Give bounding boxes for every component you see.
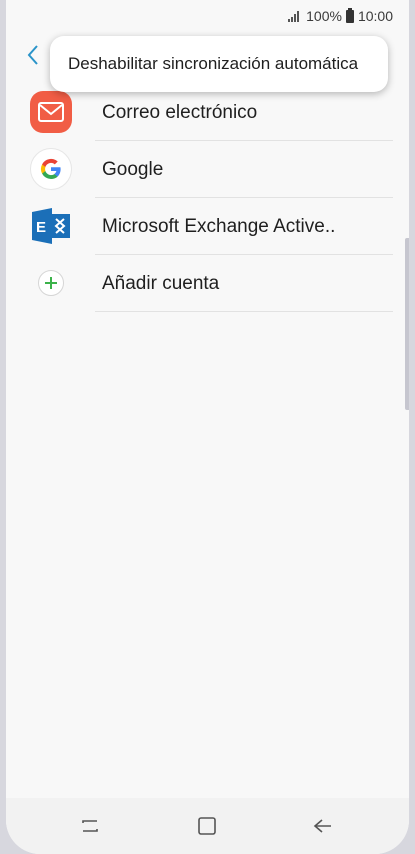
home-icon [198, 817, 216, 835]
divider [95, 311, 393, 312]
disable-auto-sync-option[interactable]: Deshabilitar sincronización automática [68, 54, 358, 74]
status-indicators: 100% 10:00 [288, 6, 393, 26]
recent-apps-button[interactable] [70, 810, 110, 842]
account-list: Correo electrónico Google E Microsoft Ex… [6, 84, 409, 312]
account-label: Microsoft Exchange Active.. [102, 216, 336, 237]
signal-icon [288, 10, 302, 22]
battery-percent: 100% [306, 8, 342, 24]
popup-menu: Deshabilitar sincronización automática [50, 36, 388, 92]
status-bar: 100% 10:00 [6, 0, 409, 32]
account-row-email[interactable]: Correo electrónico [6, 84, 409, 141]
back-button[interactable] [20, 40, 46, 70]
recent-apps-icon [82, 820, 98, 832]
add-icon [38, 270, 64, 296]
svg-text:E: E [36, 219, 46, 236]
clock: 10:00 [357, 8, 393, 24]
back-icon [313, 819, 331, 833]
home-button[interactable] [187, 810, 227, 842]
account-label: Añadir cuenta [102, 273, 220, 294]
nav-back-button[interactable] [303, 810, 343, 842]
account-row-add[interactable]: Añadir cuenta [6, 255, 409, 312]
phone-screen: 100% 10:00 Deshabilitar sincronización a… [6, 0, 409, 854]
chevron-left-icon [27, 45, 38, 65]
battery-icon [345, 7, 354, 23]
navigation-bar [6, 798, 409, 854]
google-icon [30, 148, 72, 190]
account-label: Google [102, 159, 164, 180]
account-label: Correo electrónico [102, 102, 258, 123]
account-row-exchange[interactable]: E Microsoft Exchange Active.. [6, 198, 409, 255]
exchange-icon: E [30, 205, 72, 247]
account-row-google[interactable]: Google [6, 141, 409, 198]
email-icon [30, 91, 72, 133]
side-button [405, 238, 409, 410]
